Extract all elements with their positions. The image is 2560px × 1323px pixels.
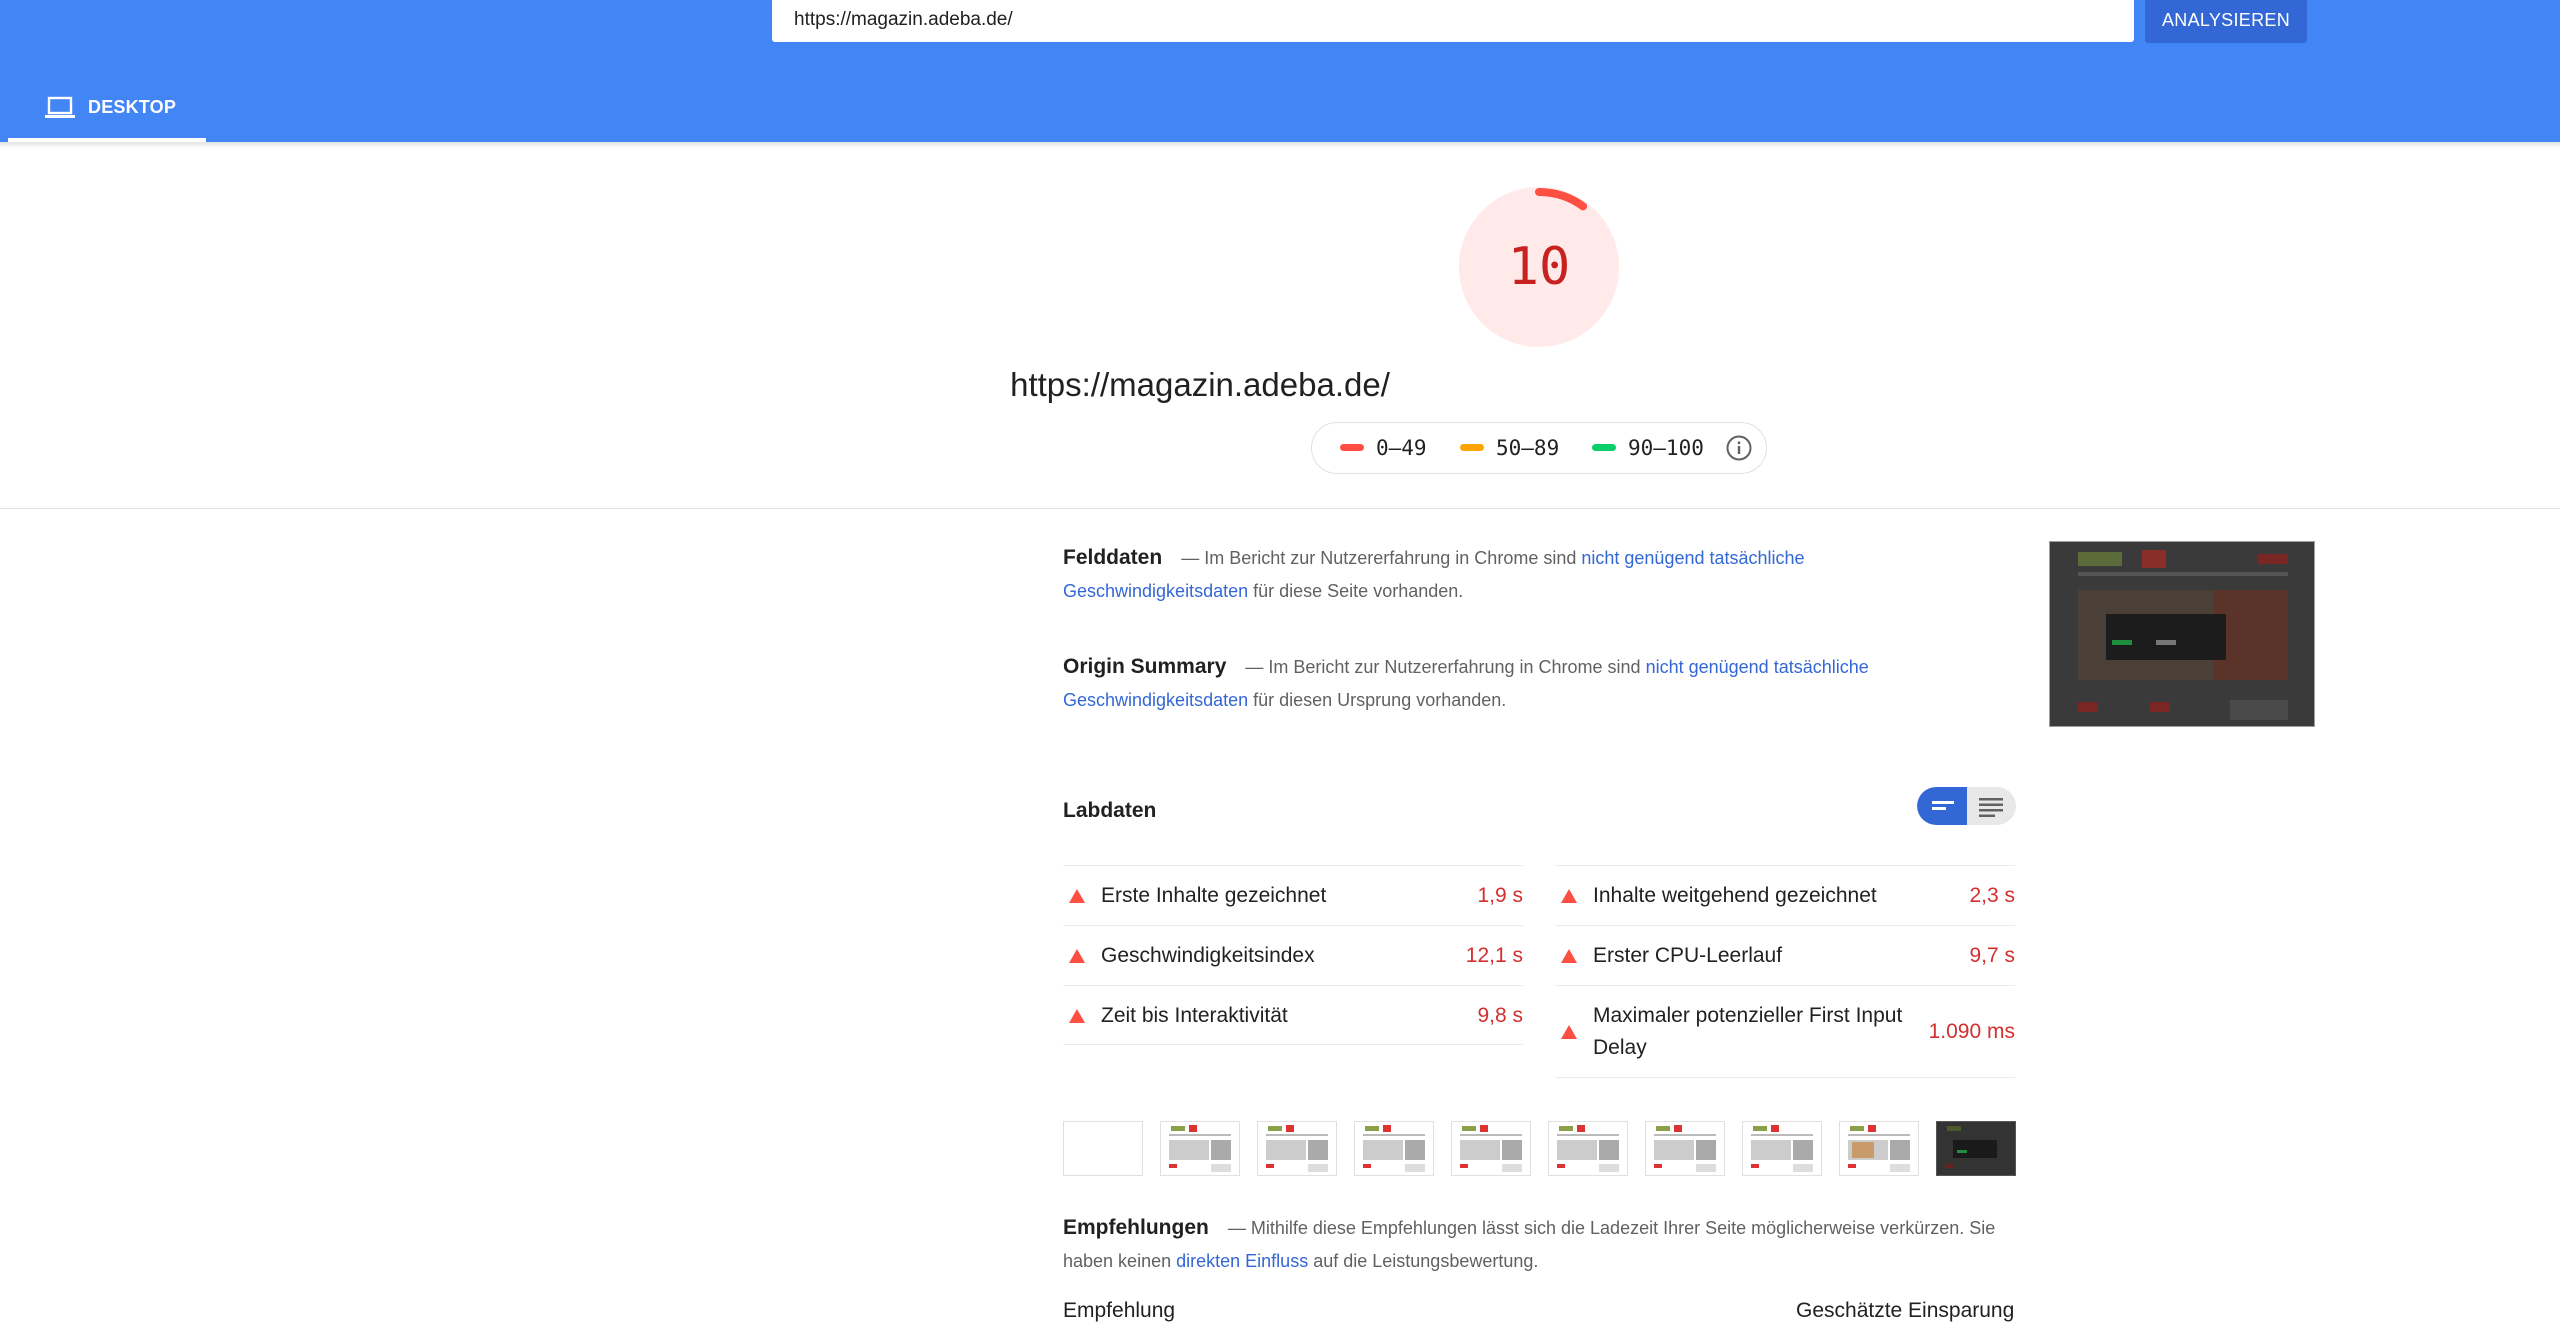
metric-value: 1,9 s [1477, 884, 1523, 907]
info-icon[interactable] [1726, 435, 1752, 461]
legend-dash-red [1340, 444, 1364, 451]
analyzed-url: https://magazin.adeba.de/ [1010, 366, 1390, 403]
metric-row: Erste Inhalte gezeichnet 1,9 s [1063, 865, 1523, 925]
fail-triangle-icon [1069, 889, 1085, 903]
frame-image [1557, 1125, 1619, 1172]
fail-triangle-icon [1069, 949, 1085, 963]
metric-row: Inhalte weitgehend gezeichnet 2,3 s [1555, 865, 2015, 925]
frame-image [1169, 1125, 1231, 1172]
legend-dash-orange [1460, 444, 1484, 451]
metric-value: 2,3 s [1969, 884, 2015, 907]
metric-name: Zeit bis Interaktivität [1101, 1004, 1288, 1027]
fail-triangle-icon [1561, 949, 1577, 963]
filmstrip-frame [1354, 1121, 1434, 1176]
legend-dash-green [1592, 444, 1616, 451]
legend-item-fail: 0–49 [1340, 436, 1427, 460]
recommendations-post: auf die Leistungsbewertung. [1313, 1251, 1539, 1271]
header-shadow [0, 142, 2560, 148]
origin-summary-post: für diesen Ursprung vorhanden. [1253, 690, 1507, 710]
metric-name: Erste Inhalte gezeichnet [1101, 884, 1327, 907]
metric-value: 9,8 s [1477, 1004, 1523, 1027]
origin-summary-pre: — Im Bericht zur Nutzererfahrung in Chro… [1245, 657, 1641, 677]
filmstrip-frame [1645, 1121, 1725, 1176]
frame-image [1848, 1125, 1910, 1172]
frame-image [1654, 1125, 1716, 1172]
field-data-section: Felddaten — Im Bericht zur Nutzererfahru… [1063, 541, 1903, 608]
filmstrip-frame [1451, 1121, 1531, 1176]
recommendations-section: Empfehlungen — Mithilfe diese Empfehlung… [1063, 1211, 2023, 1278]
performance-score-gauge: 10 [1459, 187, 1619, 347]
final-screenshot-thumbnail [2049, 541, 2315, 727]
legend-item-pass: 90–100 [1592, 436, 1704, 460]
metric-name: Maximaler potenzieller First Input Delay [1593, 1004, 1903, 1059]
filmstrip-frame [1548, 1121, 1628, 1176]
origin-summary-section: Origin Summary — Im Bericht zur Nutzerer… [1063, 650, 1963, 717]
frame-image [1266, 1125, 1328, 1172]
field-data-post: für diese Seite vorhanden. [1253, 581, 1464, 601]
recommendations-link[interactable]: direkten Einfluss [1176, 1251, 1308, 1271]
filmstrip-frame-blank [1063, 1121, 1143, 1176]
field-data-title: Felddaten [1063, 546, 1163, 569]
field-data-pre: — Im Bericht zur Nutzererfahrung in Chro… [1181, 548, 1577, 568]
metrics-column-left: Erste Inhalte gezeichnet 1,9 s Geschwind… [1063, 865, 1523, 1045]
frame-image [1751, 1125, 1813, 1172]
tab-desktop-label: DESKTOP [88, 97, 177, 117]
origin-summary-title: Origin Summary [1063, 655, 1227, 678]
metric-name: Geschwindigkeitsindex [1101, 944, 1315, 967]
recommendations-col-header: Empfehlung [1063, 1299, 1176, 1322]
section-divider [0, 508, 2560, 509]
url-input[interactable]: https://magazin.adeba.de/ [772, 0, 2134, 42]
analyze-button[interactable]: ANALYSIEREN [2145, 0, 2307, 43]
filmstrip-frame [1839, 1121, 1919, 1176]
tab-desktop[interactable]: DESKTOP [8, 88, 206, 142]
score-value: 10 [1508, 237, 1571, 297]
final-screenshot-image [2050, 542, 2314, 726]
fail-triangle-icon [1069, 1009, 1085, 1023]
metric-name: Inhalte weitgehend gezeichnet [1593, 884, 1877, 907]
metric-row: Maximaler potenzieller First Input Delay… [1555, 985, 2015, 1078]
recommendations-title: Empfehlungen [1063, 1216, 1209, 1239]
metrics-column-right: Inhalte weitgehend gezeichnet 2,3 s Erst… [1555, 865, 2015, 1078]
fail-triangle-icon [1561, 1025, 1577, 1039]
savings-col-header: Geschätzte Einsparung [1796, 1299, 2015, 1322]
laptop-icon [45, 96, 75, 118]
top-bar: https://magazin.adeba.de/ ANALYSIEREN DE… [0, 0, 2560, 142]
metric-row: Erster CPU-Leerlauf 9,7 s [1555, 925, 2015, 985]
compact-view-icon [1932, 801, 1954, 810]
lab-data-title: Labdaten [1063, 799, 1157, 822]
filmstrip-frame [1742, 1121, 1822, 1176]
toggle-compact-view[interactable] [1917, 787, 1967, 825]
metric-value: 1.090 ms [1928, 1020, 2015, 1043]
score-legend: 0–49 50–89 90–100 [1311, 422, 1767, 474]
frame-image [1363, 1125, 1425, 1172]
metric-row: Zeit bis Interaktivität 9,8 s [1063, 985, 1523, 1045]
expanded-view-icon[interactable] [1967, 787, 2016, 825]
frame-image [1937, 1122, 2015, 1175]
fail-triangle-icon [1561, 889, 1577, 903]
metric-value: 12,1 s [1465, 944, 1523, 967]
metric-value: 9,7 s [1969, 944, 2015, 967]
metrics-view-toggle[interactable] [1917, 787, 2016, 825]
filmstrip-frame [1160, 1121, 1240, 1176]
filmstrip-frame [1257, 1121, 1337, 1176]
frame-image [1460, 1125, 1522, 1172]
filmstrip-frame-final [1936, 1121, 2016, 1176]
legend-item-average: 50–89 [1460, 436, 1559, 460]
metric-row: Geschwindigkeitsindex 12,1 s [1063, 925, 1523, 985]
metric-name: Erster CPU-Leerlauf [1593, 944, 1783, 967]
